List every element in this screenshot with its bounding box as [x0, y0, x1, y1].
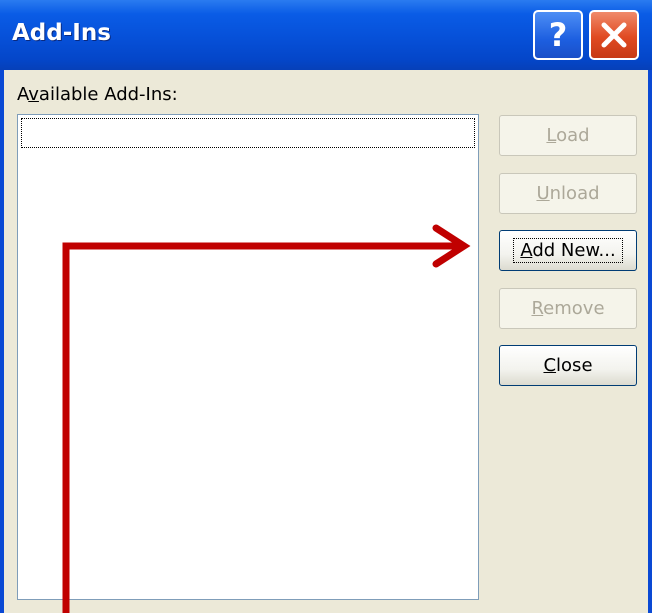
load-button[interactable]: Load: [499, 115, 637, 156]
help-icon: ?: [548, 16, 568, 54]
unload-button[interactable]: Unload: [499, 173, 637, 214]
dialog-body: Available Add-Ins: Load Unload Add New..…: [4, 70, 648, 613]
remove-button[interactable]: Remove: [499, 288, 637, 329]
list-focus-row[interactable]: [21, 118, 475, 148]
add-ins-listbox[interactable]: [17, 114, 479, 600]
title-close-button[interactable]: [589, 10, 639, 60]
label-text-pre: A: [17, 84, 29, 105]
label-text-post: ailable Add-Ins:: [38, 84, 178, 105]
close-text: lose: [556, 355, 593, 376]
remove-text: emove: [543, 298, 605, 319]
add-new-button[interactable]: Add New...: [499, 230, 637, 271]
help-button[interactable]: ?: [533, 10, 583, 60]
load-accelerator: L: [546, 125, 557, 146]
add-new-text: dd New...: [532, 240, 616, 261]
load-text: oad: [556, 125, 590, 146]
window-title: Add-Ins: [12, 20, 111, 46]
add-new-button-label: Add New...: [513, 238, 623, 263]
unload-text: nload: [549, 183, 600, 204]
close-accelerator: C: [543, 355, 557, 376]
add-new-accelerator: A: [520, 240, 533, 261]
remove-accelerator: R: [531, 298, 544, 319]
title-bar[interactable]: Add-Ins ?: [0, 0, 652, 70]
remove-button-label: Remove: [531, 298, 604, 319]
close-button-label: Close: [543, 355, 592, 376]
unload-button-label: Unload: [536, 183, 599, 204]
close-x-icon: [601, 22, 627, 48]
available-add-ins-label: Available Add-Ins:: [17, 84, 178, 105]
unload-accelerator: U: [536, 183, 550, 204]
label-accelerator: v: [28, 84, 39, 105]
load-button-label: Load: [546, 125, 589, 146]
add-ins-dialog: Add-Ins ? Available Add-Ins: Load Unload…: [0, 0, 652, 613]
close-button[interactable]: Close: [499, 345, 637, 386]
